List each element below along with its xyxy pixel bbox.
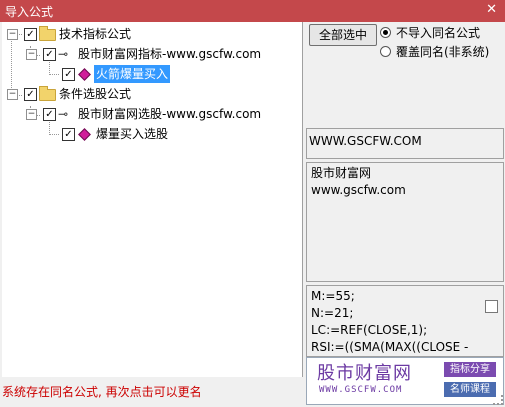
close-icon[interactable]: ✕ <box>486 2 497 17</box>
collapse-icon[interactable]: − <box>7 29 18 40</box>
collapse-icon[interactable]: − <box>26 49 37 60</box>
url-text: WWW.GSCFW.COM <box>309 134 422 148</box>
radio-skip-duplicates[interactable] <box>380 27 391 38</box>
select-all-button[interactable]: 全部选中 <box>309 24 377 46</box>
watermark-logo: 股市财富网 WWW.GSCFW.COM 指标分享 名师课程 <box>306 357 504 405</box>
folder-icon <box>39 86 56 101</box>
node-checkbox[interactable]: ✓ <box>24 28 37 41</box>
folder-icon <box>39 26 56 41</box>
node-label: 条件选股公式 <box>59 87 132 101</box>
watermark-url: WWW.GSCFW.COM <box>319 385 403 395</box>
watermark-badge-share: 指标分享 <box>444 362 496 377</box>
node-checkbox[interactable]: ✓ <box>24 88 37 101</box>
key-icon: ⊸ <box>58 47 69 61</box>
node-checkbox[interactable]: ✓ <box>62 68 75 81</box>
key-icon: ⊸ <box>58 107 69 121</box>
window-title: 导入公式 <box>5 5 54 19</box>
node-label: 股市财富网指标-www.gscfw.com <box>78 47 262 61</box>
tree-node-volume-buy-screener[interactable]: ✓ 爆量买入选股 <box>2 125 302 143</box>
code-text: M:=55; N:=21; LC:=REF(CLOSE,1); RSI:=((S… <box>311 289 469 354</box>
tree-node-screeners[interactable]: − ✓ 条件选股公式 <box>2 85 302 103</box>
code-box[interactable]: M:=55; N:=21; LC:=REF(CLOSE,1); RSI:=((S… <box>306 285 504 357</box>
tree-node-screener-group[interactable]: − ✓ ⊸ 股市财富网选股-www.gscfw.com <box>2 105 302 123</box>
node-checkbox[interactable]: ✓ <box>43 48 56 61</box>
node-label: 火箭爆量买入 <box>94 65 171 83</box>
tree-node-rocket-volume-buy[interactable]: ✓ 火箭爆量买入 <box>2 65 302 83</box>
radio-overwrite-duplicates-label: 覆盖同名(非系统) <box>396 45 490 59</box>
title-bar: 导入公式 ✕ <box>0 0 505 22</box>
tree-node-indicator-group[interactable]: − ✓ ⊸ 股市财富网指标-www.gscfw.com <box>2 45 302 63</box>
status-message: 系统存在同名公式, 再次点击可以更名 <box>2 385 202 399</box>
tree-node-indicators[interactable]: − ✓ 技术指标公式 <box>2 25 302 43</box>
collapse-icon[interactable]: − <box>7 89 18 100</box>
resize-grip[interactable] <box>493 395 503 405</box>
node-label: 股市财富网选股-www.gscfw.com <box>78 107 262 121</box>
url-box: WWW.GSCFW.COM <box>306 128 504 159</box>
radio-skip-duplicates-label: 不导入同名公式 <box>396 26 481 40</box>
description-box: 股市财富网 www.gscfw.com <box>306 162 504 282</box>
watermark-badge-course: 名师课程 <box>444 382 496 397</box>
collapse-icon[interactable]: − <box>26 109 37 120</box>
node-label: 技术指标公式 <box>59 27 132 41</box>
radio-overwrite-duplicates[interactable] <box>380 46 391 57</box>
formula-gem-icon <box>78 128 91 141</box>
code-checkbox[interactable] <box>485 300 498 313</box>
node-checkbox[interactable]: ✓ <box>43 108 56 121</box>
node-checkbox[interactable]: ✓ <box>62 128 75 141</box>
node-label: 爆量买入选股 <box>96 127 169 141</box>
watermark-name: 股市财富网 <box>317 363 412 384</box>
formula-gem-icon <box>78 68 91 81</box>
formula-tree[interactable]: − ✓ 技术指标公式 − ✓ ⊸ 股市财富网指标-www.gscfw.com ✓… <box>2 22 303 377</box>
description-text: 股市财富网 www.gscfw.com <box>311 166 406 197</box>
